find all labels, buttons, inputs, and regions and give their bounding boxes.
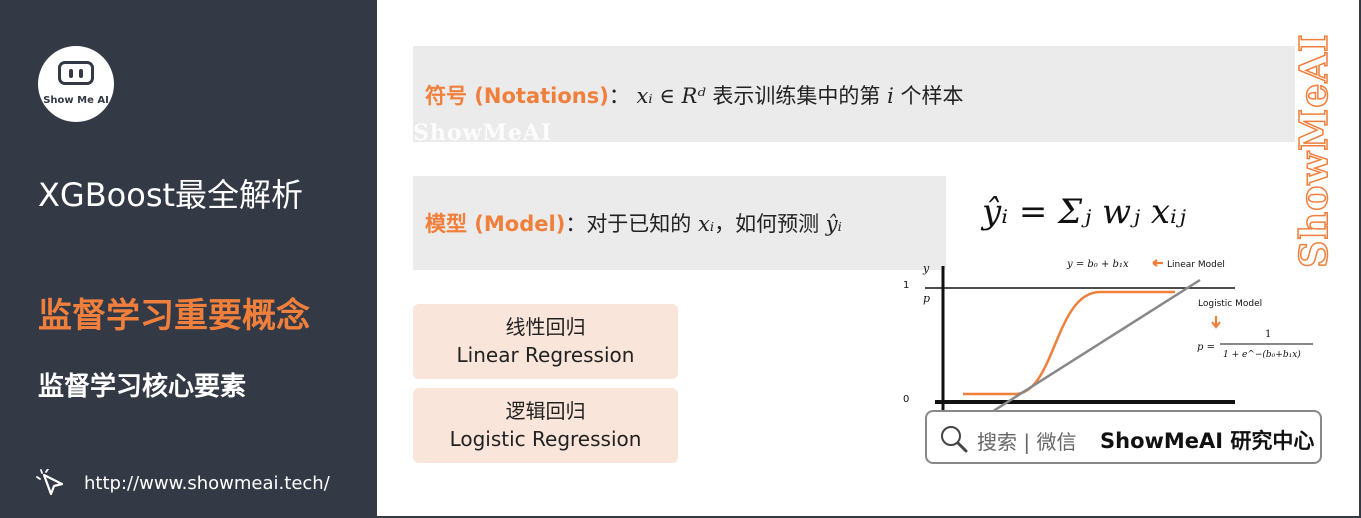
- search-label: 搜索 | 微信: [977, 430, 1077, 454]
- arrow-left-icon: [1152, 259, 1163, 267]
- model-line: 模型 (Model)：对于已知的 xᵢ，如何预测 ŷᵢ: [425, 208, 842, 238]
- cursor-click-icon: [36, 469, 64, 496]
- course-title: XGBoost最全解析: [38, 176, 304, 214]
- model-colon: ：: [565, 212, 587, 236]
- logistic-model-name: Logistic Model: [1198, 299, 1262, 309]
- search-brand: ShowMeAI 研究中心: [1100, 429, 1315, 453]
- tick-1: 1: [903, 280, 909, 291]
- subsection-title: 监督学习核心要素: [38, 372, 247, 402]
- logistic-regression-en: Logistic Regression: [449, 427, 642, 451]
- wechat-search-bar[interactable]: 搜索 | 微信 ShowMeAI 研究中心: [925, 410, 1322, 464]
- showmeai-logo[interactable]: Show Me AI: [38, 46, 114, 122]
- logistic-curve: [963, 290, 1175, 396]
- model-text-a: 对于已知的: [586, 212, 692, 236]
- notation-line: 符号 (Notations)： xᵢ ∈ Rᵈ 表示训练集中的第 i 个样本: [425, 80, 964, 110]
- model-label: 模型 (Model): [425, 212, 566, 236]
- website-link[interactable]: http://www.showmeai.tech/: [84, 473, 330, 494]
- linear-regression-en: Linear Regression: [456, 343, 635, 367]
- vertical-watermark: ShowMeAI: [1290, 33, 1337, 269]
- sidebar: Show Me AI XGBoost最全解析 监督学习重要概念 监督学习核心要素…: [0, 0, 377, 518]
- logistic-regression-card: 逻辑回归 Logistic Regression: [413, 388, 678, 463]
- section-title: 监督学习重要概念: [38, 296, 310, 336]
- notation-colon: ：: [608, 84, 630, 108]
- logistic-eq-denominator: 1 + e^−(b₀+b₁x): [1223, 349, 1301, 360]
- arrow-down-icon: [1211, 316, 1221, 329]
- linear-equation: y = b₀ + b₁x: [1066, 259, 1129, 270]
- notation-math: xᵢ ∈ Rᵈ: [636, 84, 706, 108]
- y-axis-label: y: [922, 262, 930, 275]
- robot-logo-icon: [58, 61, 94, 85]
- linear-regression-card: 线性回归 Linear Regression: [413, 304, 678, 379]
- model-math-y: ŷᵢ: [825, 212, 842, 236]
- notation-label: 符号 (Notations): [425, 84, 609, 108]
- notation-text-b: 个样本: [900, 84, 964, 108]
- p-axis-label: p: [923, 292, 930, 305]
- logistic-eq-numerator: 1: [1265, 329, 1271, 340]
- notation-text-a: 表示训练集中的第: [712, 84, 881, 108]
- linear-regression-zh: 线性回归: [505, 315, 586, 339]
- linear-model-name: Linear Model: [1167, 260, 1225, 270]
- notation-math-i: i: [887, 84, 894, 108]
- model-math-x: xᵢ: [698, 212, 715, 236]
- logo-text: Show Me AI: [43, 95, 109, 106]
- watermark-text: ShowMeAI: [413, 120, 553, 146]
- logistic-eq-lhs: p =: [1197, 342, 1215, 353]
- tick-0: 0: [903, 394, 909, 405]
- model-text-b: ，如何预测: [714, 212, 820, 236]
- search-icon: [941, 426, 968, 453]
- logistic-regression-zh: 逻辑回归: [505, 399, 586, 423]
- model-formula: ŷᵢ = Σⱼ wⱼ xᵢⱼ: [982, 192, 1186, 232]
